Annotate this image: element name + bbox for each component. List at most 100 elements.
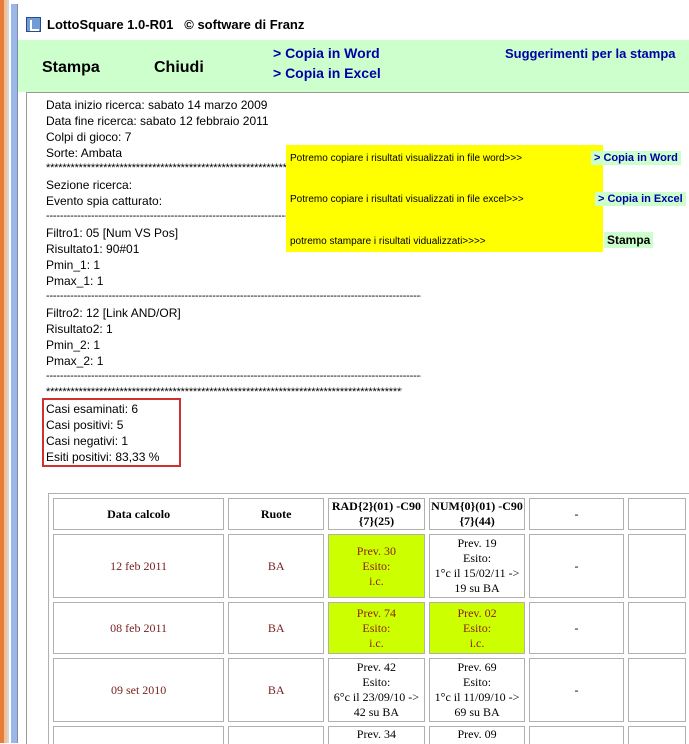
forecast-line: Prev. 02 <box>457 605 497 620</box>
copy-word-link[interactable]: > Copia in Word <box>273 45 380 61</box>
tip-print-text: potremo stampare i risultati vidualizzat… <box>290 236 486 247</box>
tip-print-button[interactable]: Stampa <box>604 232 654 248</box>
table-header-row: Data calcolo Ruote RAD{2}(01) -C90 {7}(2… <box>53 498 686 530</box>
summary-line: Casi esaminati: 6 <box>46 402 139 416</box>
header-extra <box>627 498 686 530</box>
tip-copy-word-button[interactable]: > Copia in Word <box>591 151 681 165</box>
close-button[interactable]: Chiudi <box>154 59 204 77</box>
forecast-line: 1°c il 11/09/10 -> <box>434 690 520 704</box>
star-separator: ****************************************… <box>46 387 402 398</box>
summary-line: Casi positivi: 5 <box>46 418 124 432</box>
date-cell <box>53 726 225 744</box>
dash-separator: ----------------------------------------… <box>46 371 421 382</box>
dash-separator: ----------------------------------------… <box>46 291 421 302</box>
forecast-line: Prev. 74 <box>356 605 397 620</box>
title-bar: LottoSquare 1.0-R01 © software di Franz <box>18 4 689 40</box>
header-rad: RAD{2}(01) -C90 {7}(25) <box>328 498 425 530</box>
summary-line: Esiti positivi: 83,33 % <box>46 450 160 464</box>
date-cell: 09 set 2010 <box>53 658 225 722</box>
forecast-cell: Prev. 34 <box>328 726 425 744</box>
forecast-cell: Prev. 09 <box>428 726 526 744</box>
forecast-line: Esito: <box>463 551 492 565</box>
tips-overlay: Potremo copiare i risultati visualizzati… <box>286 145 603 252</box>
forecast-line: Prev. 34 <box>356 727 397 741</box>
header-empty: - <box>529 498 624 530</box>
filter1-line: Risultato1: 90#01 <box>46 242 140 256</box>
dash-separator: ----------------------------------------… <box>46 211 286 222</box>
report-line: Data fine ricerca: sabato 12 febbraio 20… <box>46 114 269 128</box>
header-date: Data calcolo <box>53 498 225 530</box>
filter1-line: Filtro1: 05 [Num VS Pos] <box>46 226 179 240</box>
extra-cell <box>627 602 686 654</box>
report-line: Evento spia catturato: <box>46 194 163 208</box>
forecast-line: Prev. 09 <box>457 727 497 741</box>
extra-cell <box>627 534 686 598</box>
forecast-line: 19 su BA <box>454 581 500 595</box>
wheel-cell: BA <box>228 534 325 598</box>
forecast-cell: Prev. 19 Esito: 1°c il 15/02/11 -> 19 su… <box>428 534 526 598</box>
filter2-line: Pmin_2: 1 <box>46 338 101 352</box>
table-row: Prev. 34 Prev. 09 <box>53 726 686 744</box>
forecast-cell: Prev. 02 Esito: i.c. <box>428 602 526 654</box>
report-content: Data inizio ricerca: sabato 14 marzo 200… <box>26 92 689 744</box>
copyright-text: © software di Franz <box>184 17 305 32</box>
date-cell: 12 feb 2011 <box>53 534 225 598</box>
forecast-line: Prev. 30 <box>356 543 397 558</box>
forecast-line: 69 su BA <box>454 705 500 719</box>
date-cell: 08 feb 2011 <box>53 602 225 654</box>
empty-cell <box>529 726 624 744</box>
forecast-line: i.c. <box>369 635 384 650</box>
forecast-cell: Prev. 30 Esito: i.c. <box>328 534 425 598</box>
app-icon <box>26 17 41 32</box>
star-separator: ****************************************… <box>46 163 286 174</box>
filter2-line: Risultato2: 1 <box>46 322 113 336</box>
tip-word-text: Potremo copiare i risultati visualizzati… <box>290 153 523 164</box>
tip-excel-text: Potremo copiare i risultati visualizzati… <box>290 194 524 205</box>
forecast-line: Esito: <box>362 675 391 689</box>
table-row: 08 feb 2011 BA Prev. 74 Esito: i.c. Prev… <box>53 602 686 654</box>
forecast-cell: Prev. 69 Esito: 1°c il 11/09/10 -> 69 su… <box>428 658 526 722</box>
filter1-line: Pmin_1: 1 <box>46 258 101 272</box>
filter2-line: Filtro2: 12 [Link AND/OR] <box>46 306 181 320</box>
filter2-line: Pmax_2: 1 <box>46 354 104 368</box>
header-num: NUM{0}(01) -C90 {7}(44) <box>428 498 526 530</box>
forecast-line: Esito: <box>463 675 492 689</box>
report-line: Sorte: Ambata <box>46 146 123 160</box>
report-line: Sezione ricerca: <box>46 178 133 192</box>
forecast-cell: Prev. 42 Esito: 6°c il 23/09/10 -> 42 su… <box>328 658 425 722</box>
extra-cell <box>627 658 686 722</box>
forecast-line: Esito: <box>463 620 492 635</box>
header-wheel: Ruote <box>228 498 325 530</box>
report-line: Colpi di gioco: 7 <box>46 130 132 144</box>
wheel-cell <box>228 726 325 744</box>
window-title: LottoSquare 1.0-R01 © software di Franz <box>47 17 304 32</box>
wheel-cell: BA <box>228 658 325 722</box>
tip-copy-excel-button[interactable]: > Copia in Excel <box>595 192 686 206</box>
print-tips-link[interactable]: Suggerimenti per la stampa <box>505 46 676 61</box>
empty-cell: - <box>529 602 624 654</box>
forecast-line: i.c. <box>369 573 384 588</box>
app-title: LottoSquare 1.0-R01 <box>47 17 174 32</box>
forecast-line: Prev. 69 <box>457 660 497 674</box>
forecast-line: Prev. 19 <box>457 536 497 550</box>
empty-cell: - <box>529 658 624 722</box>
forecast-line: i.c. <box>469 635 485 650</box>
forecast-line: Esito: <box>362 620 391 635</box>
filter1-line: Pmax_1: 1 <box>46 274 104 288</box>
report-line: Data inizio ricerca: sabato 14 marzo 200… <box>46 98 268 112</box>
forecast-line: Esito: <box>362 558 391 573</box>
forecast-line: 42 su BA <box>353 705 400 719</box>
forecast-line: Prev. 42 <box>356 660 397 674</box>
forecast-cell: Prev. 74 Esito: i.c. <box>328 602 425 654</box>
background-window-edge <box>7 0 9 743</box>
copy-excel-link[interactable]: > Copia in Excel <box>273 65 381 81</box>
results-table: Data calcolo Ruote RAD{2}(01) -C90 {7}(2… <box>48 493 689 744</box>
toolbar: Stampa Chiudi > Copia in Word > Copia in… <box>18 40 689 92</box>
forecast-line: 6°c il 23/09/10 -> <box>333 690 420 704</box>
extra-cell <box>627 726 686 744</box>
print-button[interactable]: Stampa <box>42 59 100 77</box>
table-row: 12 feb 2011 BA Prev. 30 Esito: i.c. Prev… <box>53 534 686 598</box>
report-window: LottoSquare 1.0-R01 © software di Franz … <box>17 4 689 744</box>
wheel-cell: BA <box>228 602 325 654</box>
empty-cell: - <box>529 534 624 598</box>
